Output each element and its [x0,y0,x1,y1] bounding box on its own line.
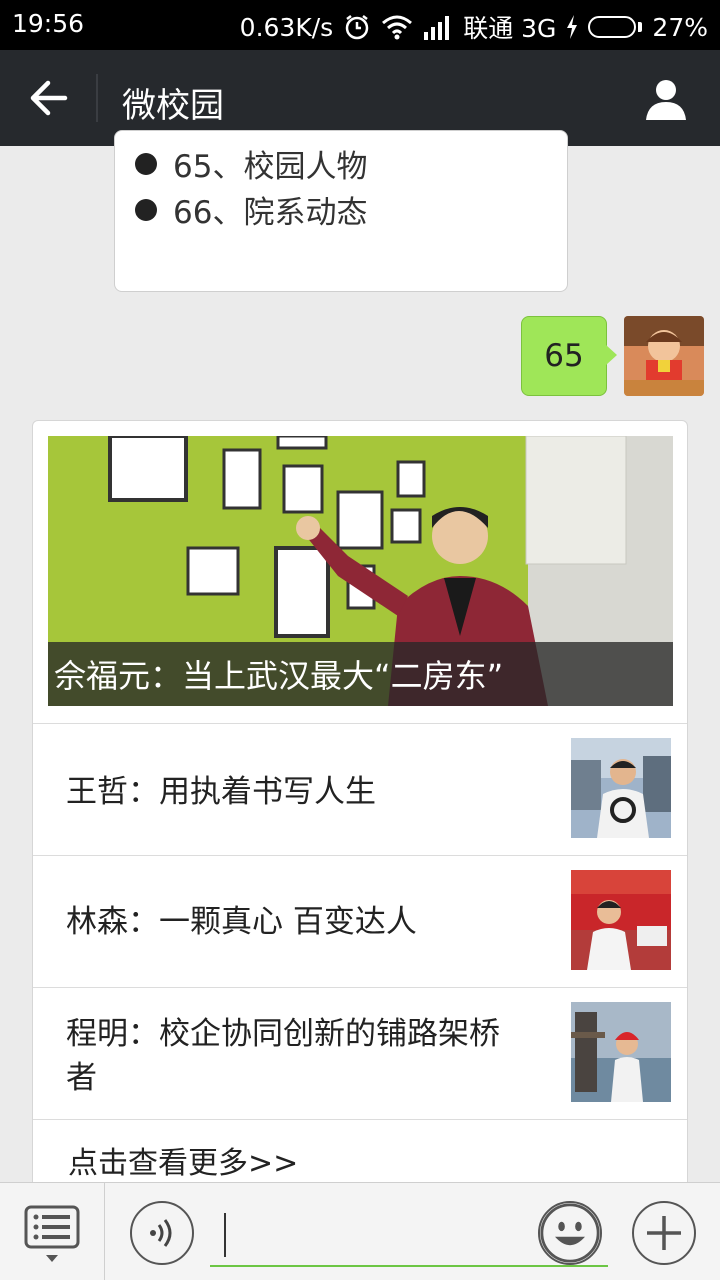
menu-item: 66、院系动态 [135,187,367,232]
news-item-thumbnail [571,1002,671,1102]
emoji-button[interactable] [538,1201,602,1265]
baby-avatar-image [624,316,704,396]
more-actions-button[interactable] [632,1201,696,1265]
news-item-title: 程明：校企协同创新的铺路架桥者 [66,1016,500,1096]
page-title: 微校园 [122,86,224,126]
menu-message-bubble: 65、校园人物 66、院系动态 [114,130,568,292]
menu-item: 65、校园人物 [135,141,367,186]
bullet-dot [135,152,157,175]
person-icon [646,80,686,120]
wifi-icon [381,14,413,40]
profile-button[interactable] [642,74,690,122]
news-card: 佘福元：当上武汉最大“二房东” 王哲：用执着书写人生 林森：一颗真心 百变达人 [32,420,688,1220]
signal-icon [423,14,453,40]
alarm-icon [343,13,371,41]
menu-item-label: 65、校园人物 [173,149,368,185]
headline-article[interactable]: 佘福元：当上武汉最大“二房东” [48,436,673,706]
carrier-label: 联通 3G [463,14,557,43]
back-arrow-icon [30,80,68,116]
my-avatar[interactable] [624,316,704,396]
news-item-thumbnail [571,738,671,838]
bottom-divider [104,1183,105,1280]
news-item-thumbnail [571,870,671,970]
voice-icon [150,1219,172,1247]
menu-toggle-button[interactable] [22,1203,82,1269]
battery-icon [588,16,643,38]
status-bar: 19:56 0.63K/s 联通 3G 27% [0,0,720,50]
news-item[interactable]: 程明：校企协同创新的铺路架桥者 [33,987,687,1119]
view-more-label: 点击查看更多>> [68,1146,299,1181]
back-button[interactable] [18,70,78,126]
plus-icon [647,1216,681,1250]
smiley-icon [540,1203,600,1263]
text-cursor [224,1213,226,1257]
title-divider [96,74,98,122]
headline-caption: 佘福元：当上武汉最大“二房东” [48,642,673,706]
bottom-input-bar [0,1182,720,1280]
voice-button[interactable] [130,1201,194,1265]
menu-item-label: 66、院系动态 [173,195,368,231]
news-item[interactable]: 林森：一颗真心 百变达人 [33,855,687,987]
news-item-title: 林森：一颗真心 百变达人 [66,904,417,940]
list-menu-icon [24,1205,80,1262]
my-message-text: 65 [544,338,584,374]
charging-icon [566,15,578,39]
battery-percent: 27% [652,12,708,42]
status-time: 19:56 [12,9,85,38]
my-message-bubble[interactable]: 65 [521,316,617,396]
news-item-title: 王哲：用执着书写人生 [66,774,376,810]
bullet-dot [135,198,157,221]
news-item[interactable]: 王哲：用执着书写人生 [33,723,687,855]
net-speed: 0.63K/s [239,12,334,42]
status-right: 0.63K/s 联通 3G 27% [240,9,708,45]
